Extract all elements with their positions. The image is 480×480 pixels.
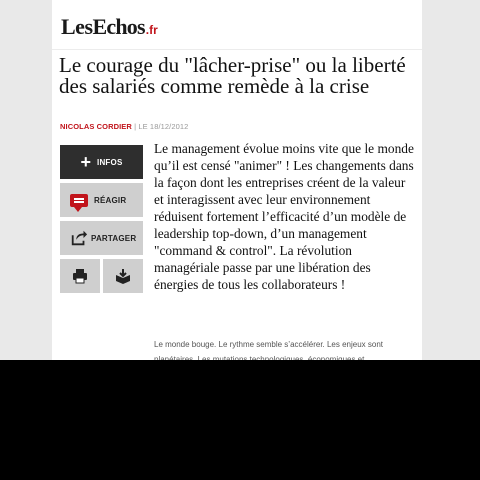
print-icon [73, 269, 87, 284]
small-actions-row [60, 259, 143, 293]
byline: NICOLAS CORDIER | LE 18/12/2012 [60, 122, 188, 131]
reagir-label: RÉAGIR [94, 195, 127, 205]
infos-label: INFOS [97, 157, 123, 167]
share-icon [71, 230, 88, 246]
article-lead: Le management évolue moins vite que le m… [154, 141, 414, 292]
les-echos-logo[interactable]: Les Echos .fr [61, 14, 158, 40]
download-box-icon [116, 269, 130, 284]
black-overlay [0, 360, 480, 480]
author-link[interactable]: NICOLAS CORDIER [60, 122, 132, 131]
logo-fr: .fr [145, 23, 158, 37]
logo-echos: Echos [92, 14, 146, 39]
infos-button[interactable]: + INFOS [60, 145, 143, 179]
masthead: Les Echos .fr [52, 0, 422, 50]
logo-les: Les [61, 14, 93, 39]
article-title: Le courage du "lâcher-prise" ou la liber… [59, 53, 406, 98]
comment-bubble-icon [70, 193, 88, 212]
plus-icon: + [80, 152, 92, 172]
print-button[interactable] [60, 259, 100, 293]
partager-label: PARTAGER [91, 233, 137, 243]
article-date: LE 18/12/2012 [138, 122, 189, 131]
reagir-button[interactable]: RÉAGIR [60, 183, 143, 217]
article-actions: + INFOS RÉAGIR PARTAGER [60, 145, 143, 293]
article-page: Les Echos .fr Le courage du "lâcher-prise"… [52, 0, 422, 360]
save-button[interactable] [103, 259, 143, 293]
article-body: Le monde bouge. Le rythme semble s’accél… [154, 340, 384, 360]
byline-separator: | [134, 122, 137, 131]
partager-button[interactable]: PARTAGER [60, 221, 143, 255]
